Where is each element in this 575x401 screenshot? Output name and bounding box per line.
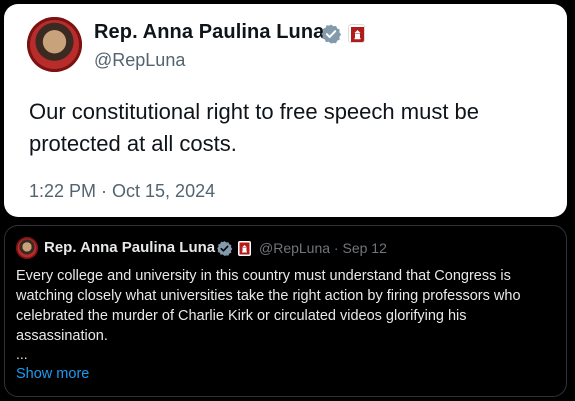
author-name[interactable]: Rep. Anna Paulina Luna <box>94 21 324 44</box>
quoted-author-name[interactable]: Rep. Anna Paulina Luna <box>44 239 215 256</box>
us-house-badge-icon <box>238 241 251 256</box>
main-tweet-card[interactable]: Rep. Anna Paulina Luna @RepLuna Our cons… <box>4 4 567 217</box>
truncation-ellipsis: ... <box>16 346 28 362</box>
tweet-timestamp[interactable]: 1:22 PM · Oct 15, 2024 <box>29 181 215 202</box>
verified-badge-icon <box>321 24 342 44</box>
author-handle[interactable]: @RepLuna <box>94 50 185 71</box>
profile-avatar[interactable] <box>27 17 82 72</box>
tweet-text: Our constitutional right to free speech … <box>29 99 480 156</box>
verified-badge-icon <box>217 241 233 256</box>
quoted-handle-date[interactable]: @RepLuna · Sep 12 <box>259 240 387 256</box>
quoted-tweet-text: Every college and university in this cou… <box>16 268 521 344</box>
show-more-link[interactable]: Show more <box>16 366 89 382</box>
us-house-badge-icon <box>348 24 365 43</box>
quoted-tweet-card[interactable]: Rep. Anna Paulina Luna @RepLuna · Sep 12… <box>4 225 567 397</box>
quoted-avatar[interactable] <box>16 237 38 259</box>
